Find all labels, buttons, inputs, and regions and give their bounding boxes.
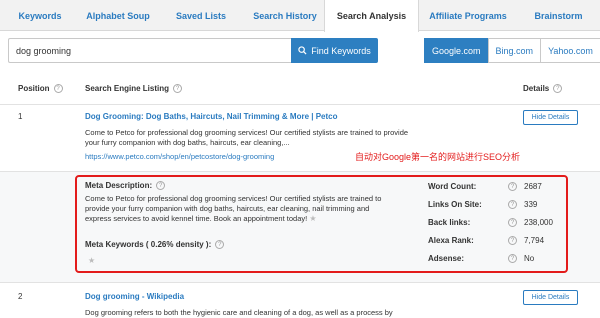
search-engine-selector: Google.com Bing.com Yahoo.com [424, 38, 600, 63]
listing-description: Dog grooming refers to both the hygienic… [85, 308, 393, 317]
listing-description: Come to Petco for professional dog groom… [85, 128, 409, 147]
header-listing-label: Search Engine Listing [85, 84, 170, 93]
tab-brainstorm[interactable]: Brainstorm [517, 0, 600, 31]
find-keywords-button[interactable]: Find Keywords [291, 38, 378, 63]
header-listing: Search Engine Listing ? [85, 84, 183, 93]
find-keywords-label: Find Keywords [311, 45, 371, 56]
table-header: Position ? Search Engine Listing ? Detai… [0, 71, 600, 105]
tab-alphabet-soup[interactable]: Alphabet Soup [80, 0, 156, 31]
help-icon[interactable]: ? [173, 84, 183, 93]
engine-yahoo[interactable]: Yahoo.com [540, 38, 600, 63]
header-details: Details ? [523, 84, 563, 93]
table-row: 2 Dog grooming - Wikipedia Dog grooming … [0, 283, 600, 318]
engine-google[interactable]: Google.com [424, 38, 489, 63]
hide-details-button[interactable]: Hide Details [523, 110, 578, 125]
tab-saved-lists[interactable]: Saved Lists [156, 0, 246, 31]
engine-bing[interactable]: Bing.com [487, 38, 542, 63]
search-row: Find Keywords Google.com Bing.com Yahoo.… [0, 31, 600, 71]
listing-title-link[interactable]: Dog grooming - Wikipedia [85, 292, 184, 301]
listing-title-link[interactable]: Dog Grooming: Dog Baths, Haircuts, Nail … [85, 112, 337, 121]
row-position: 2 [18, 292, 23, 301]
help-icon[interactable]: ? [553, 84, 563, 93]
annotation-highlight-box [75, 175, 568, 273]
annotation-text: 自动对Google第一名的网站进行SEO分析 [355, 152, 521, 162]
tab-keywords[interactable]: Keywords [0, 0, 80, 31]
header-details-label: Details [523, 84, 550, 93]
header-position: Position ? [18, 84, 63, 93]
hide-details-button[interactable]: Hide Details [523, 290, 578, 305]
row-position: 1 [18, 112, 23, 121]
header-position-label: Position [18, 84, 50, 93]
tab-bar: Keywords Alphabet Soup Saved Lists Searc… [0, 0, 600, 32]
help-icon[interactable]: ? [53, 84, 63, 93]
tab-affiliate-programs[interactable]: Affiliate Programs [419, 0, 517, 31]
tab-search-analysis[interactable]: Search Analysis [324, 0, 419, 32]
tab-search-history[interactable]: Search History [246, 0, 324, 31]
search-icon [298, 46, 307, 55]
search-input[interactable] [8, 38, 291, 63]
listing-url-link[interactable]: https://www.petco.com/shop/en/petcostore… [85, 152, 274, 161]
